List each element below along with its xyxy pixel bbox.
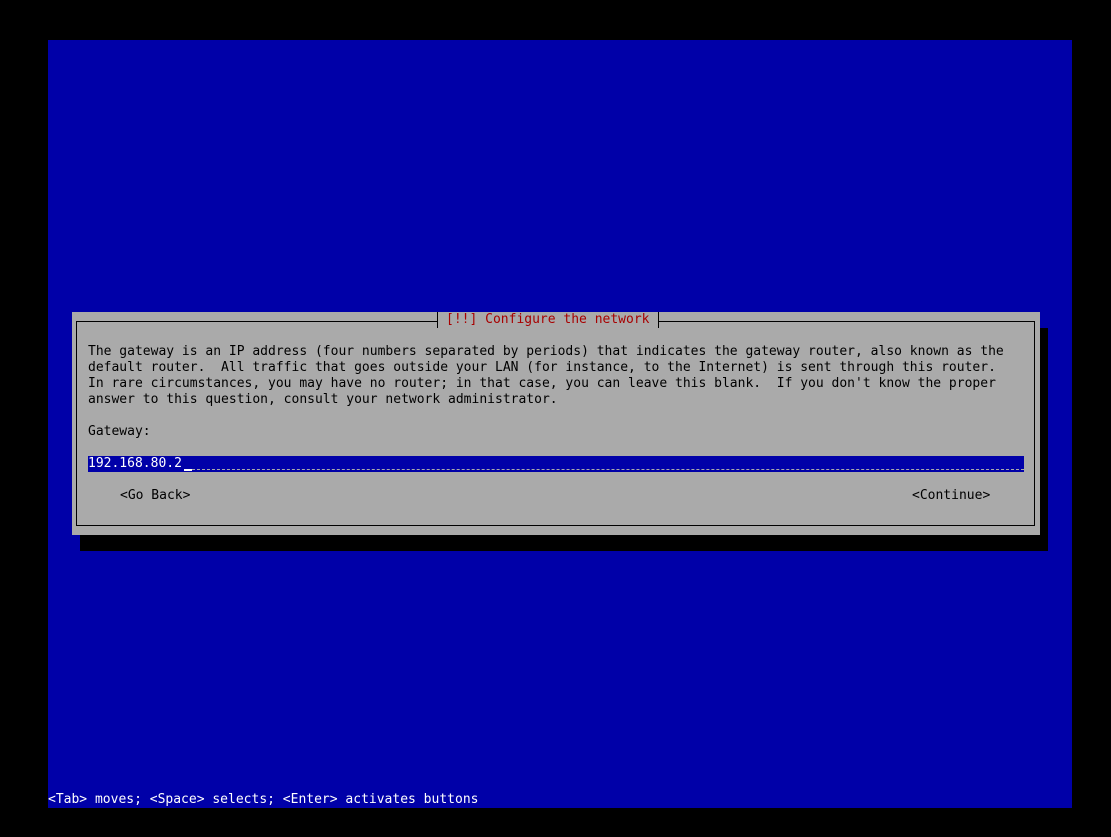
keyboard-help-text: <Tab> moves; <Space> selects; <Enter> ac…: [48, 792, 479, 807]
description-line: answer to this question, consult your ne…: [88, 392, 558, 407]
description-line: In rare circumstances, you may have no r…: [88, 376, 996, 391]
gateway-input[interactable]: 192.168.80.2: [88, 456, 1024, 472]
dialog-description: The gateway is an IP address (four numbe…: [88, 344, 1028, 408]
gateway-label: Gateway:: [88, 424, 151, 439]
description-line: The gateway is an IP address (four numbe…: [88, 344, 1004, 359]
gateway-input-value: 192.168.80.2: [88, 456, 182, 471]
text-cursor: [184, 469, 192, 471]
input-fill-line: [192, 469, 1024, 470]
dialog-title: [!!] Configure the network: [437, 312, 659, 328]
go-back-button[interactable]: <Go Back>: [120, 488, 190, 504]
description-line: default router. All traffic that goes ou…: [88, 360, 996, 375]
continue-button[interactable]: <Continue>: [912, 488, 990, 504]
